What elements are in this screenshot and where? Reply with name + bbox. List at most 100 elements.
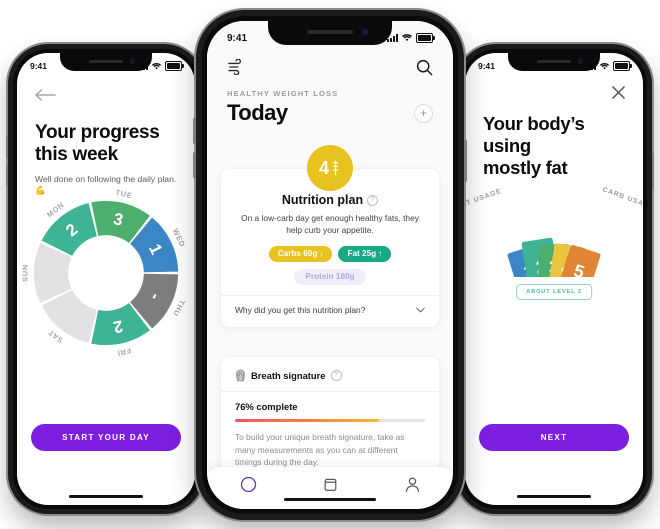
notch	[60, 53, 152, 71]
title-row: Today +	[227, 100, 433, 126]
carb-usage-axis-label: CARB USAGE	[601, 186, 643, 212]
donut-svg: SUN2MON 3TUE1WED-THU2FRISAT	[21, 188, 188, 358]
weekly-progress-donut-chart: SUN 2 MON 3 TUE 1 WED - THU 2 FRI SAT	[18, 185, 194, 361]
tab-profile[interactable]	[404, 476, 421, 493]
nutrition-plan-card: Nutrition plan ? On a low-carb day get e…	[221, 169, 439, 327]
wifi-icon	[599, 62, 610, 69]
donut-label-sun: SUN	[21, 264, 30, 282]
arrow-left-icon[interactable]	[35, 87, 57, 103]
center-phone-content: 9:41 HEALTHY WEIGHT LOSS Today + 4 Nutri…	[207, 21, 453, 509]
donut-label-fri: FRI	[116, 346, 132, 358]
battery-icon	[416, 33, 435, 43]
carb-score-badge: 4	[307, 145, 353, 191]
page-title-left: Your progress this week	[35, 122, 177, 166]
start-your-day-button[interactable]: START YOUR DAY	[31, 424, 181, 451]
screenshot-stage: 9:41 Your progress this week Well done o…	[0, 0, 660, 529]
add-entry-button[interactable]: +	[414, 103, 433, 123]
close-icon[interactable]	[611, 85, 626, 100]
macro-pill-row: Carbs 60g ↓ Fat 25g ↑	[235, 245, 425, 262]
left-phone-content: Your progress this week Well done on fol…	[17, 53, 195, 505]
gauge-svg: 12345FAT USAGECARB USAGE	[465, 186, 643, 296]
wifi-icon	[151, 62, 162, 69]
volume-up-button[interactable]	[193, 118, 196, 144]
phone-left-screen: 9:41 Your progress this week Well done o…	[17, 53, 195, 505]
notch	[268, 21, 392, 45]
wind-icon[interactable]	[227, 59, 245, 75]
why-nutrition-plan-label: Why did you get this nutrition plan?	[235, 304, 366, 315]
front-camera	[578, 59, 583, 64]
fingerprint-icon	[236, 369, 245, 382]
donut-label-thu: THU	[171, 298, 187, 318]
battery-icon	[613, 61, 632, 71]
card-icon	[324, 478, 336, 491]
page-title-right: Your body’s using mostly fat	[483, 113, 625, 178]
power-button[interactable]	[464, 140, 467, 182]
donut-label-wed: WED	[171, 227, 188, 249]
why-nutrition-plan-row[interactable]: Why did you get this nutrition plan?	[221, 294, 439, 317]
wheat-icon	[332, 160, 339, 176]
volume-down-button[interactable]	[193, 152, 196, 178]
help-icon[interactable]: ?	[367, 194, 379, 206]
tab-home[interactable]	[240, 476, 257, 493]
carb-score-value: 4	[318, 158, 329, 178]
status-indicators	[387, 33, 435, 43]
nutrition-plan-heading: Nutrition plan ?	[235, 193, 425, 207]
fat-pill-label: Fat 25g	[347, 249, 377, 259]
phone-left: 9:41 Your progress this week Well done o…	[6, 44, 204, 514]
next-button[interactable]: NEXT	[479, 424, 629, 451]
carbs-trend-arrow: ↓	[319, 249, 324, 259]
phone-center: 9:41 HEALTHY WEIGHT LOSS Today + 4 Nutri…	[193, 10, 467, 520]
about-level-button[interactable]: ABOUT LEVEL 2	[516, 284, 592, 300]
circle-icon	[240, 476, 256, 493]
chevron-down-icon	[416, 307, 425, 313]
tab-library[interactable]	[322, 476, 339, 493]
power-button[interactable]	[652, 154, 654, 188]
page-title-line2: this week	[35, 144, 118, 166]
nutrition-plan-description: On a low-carb day get enough healthy fat…	[241, 213, 419, 235]
carbs-pill[interactable]: Carbs 60g ↓	[268, 245, 333, 262]
fat-pill[interactable]: Fat 25g ↑	[338, 245, 392, 262]
carbs-pill-label: Carbs 60g	[277, 249, 318, 259]
breath-percent-label: 76% complete	[235, 401, 298, 412]
header-icon-row	[227, 55, 433, 79]
breath-signature-card: Breath signature ? 76% complete To build…	[221, 357, 439, 479]
notch	[508, 53, 600, 71]
breath-signature-title: Breath signature	[251, 370, 326, 381]
search-icon[interactable]	[416, 59, 433, 76]
breath-signature-header: Breath signature ?	[235, 369, 425, 382]
page-title-line1: Your progress	[35, 122, 160, 143]
home-indicator[interactable]	[69, 494, 143, 498]
phone-center-screen: 9:41 HEALTHY WEIGHT LOSS Today + 4 Nutri…	[207, 21, 453, 509]
volume-down-button[interactable]	[6, 164, 8, 186]
page-title-line1: Your body’s using	[483, 113, 585, 156]
breath-progress-bar	[235, 419, 425, 422]
front-camera	[362, 29, 368, 35]
home-indicator[interactable]	[517, 494, 591, 498]
volume-up-button[interactable]	[6, 136, 8, 158]
protein-pill[interactable]: Protein 180g	[294, 268, 366, 285]
status-time: 9:41	[478, 61, 496, 71]
phone-right: 9:41 Your body’s using mostly fat 5 FAT …	[456, 44, 654, 514]
page-title-line2: mostly fat	[483, 156, 568, 178]
center-header: HEALTHY WEIGHT LOSS Today +	[207, 55, 453, 126]
home-indicator[interactable]	[284, 497, 376, 501]
breath-progress-fill	[235, 419, 380, 422]
nutrition-plan-title: Nutrition plan	[281, 193, 364, 207]
page-title-center: Today	[227, 100, 288, 125]
breath-signature-note: To build your unique breath signature, t…	[235, 432, 405, 468]
bottom-tab-bar	[207, 467, 453, 509]
fat-carb-level-gauge: 12345FAT USAGECARB USAGE	[465, 181, 643, 296]
front-camera	[130, 59, 135, 64]
earpiece-speaker	[89, 60, 123, 63]
fat-trend-arrow: ↑	[378, 249, 383, 259]
earpiece-speaker	[537, 60, 571, 63]
help-icon[interactable]: ?	[330, 370, 342, 381]
donut-label-tue: TUE	[115, 188, 134, 201]
right-phone-content: Your body’s using mostly fat 12345FAT US…	[465, 53, 643, 505]
status-time: 9:41	[30, 61, 48, 71]
phone-right-screen: 9:41 Your body’s using mostly fat 5 FAT …	[465, 53, 643, 505]
status-time: 9:41	[227, 32, 248, 44]
earpiece-speaker	[307, 30, 353, 34]
battery-icon	[165, 61, 184, 71]
wifi-icon	[402, 34, 412, 42]
